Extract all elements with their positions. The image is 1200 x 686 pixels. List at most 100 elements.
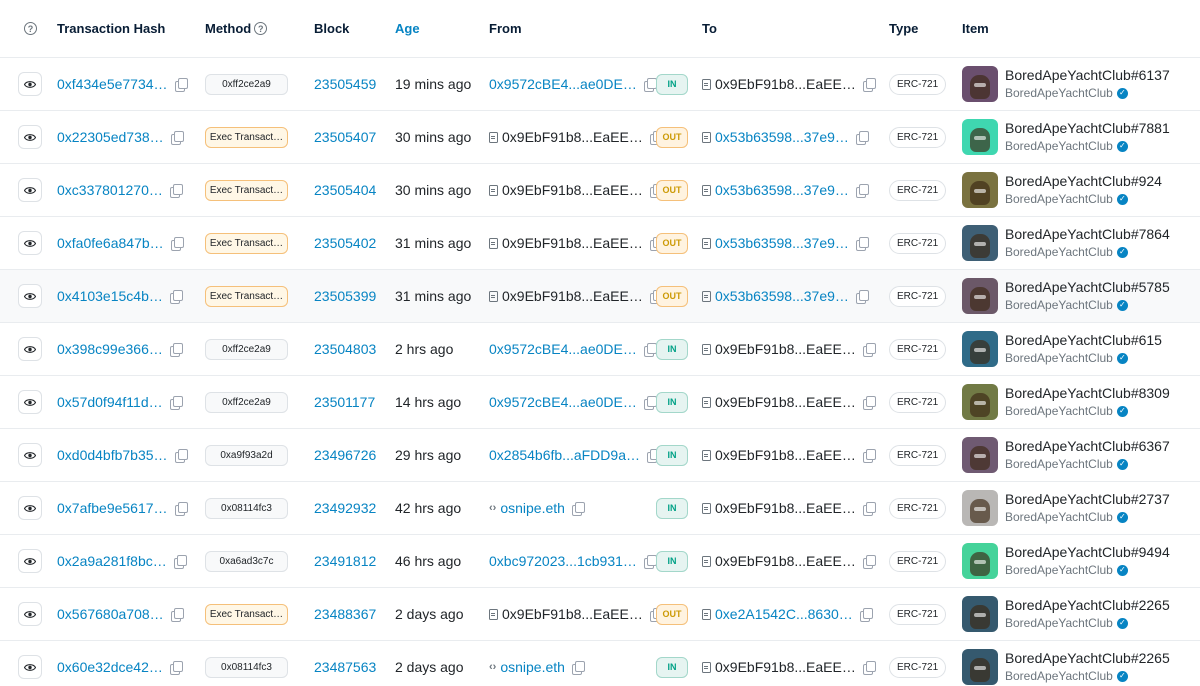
from-address-link[interactable]: osnipe.eth [500, 659, 565, 675]
copy-icon[interactable] [643, 78, 657, 92]
copy-icon[interactable] [170, 131, 184, 145]
tx-hash-link[interactable]: 0x398c99e366… [57, 341, 163, 357]
header-age-toggle[interactable]: Age [395, 0, 420, 57]
nft-item-name[interactable]: BoredApeYachtClub#2265 [1005, 596, 1170, 614]
block-link[interactable]: 23488367 [314, 606, 376, 622]
copy-icon[interactable] [169, 343, 183, 357]
view-details-button[interactable] [18, 72, 42, 96]
nft-thumbnail[interactable] [962, 384, 998, 420]
nft-collection-name[interactable]: BoredApeYachtClub [1005, 508, 1113, 526]
view-details-button[interactable] [18, 602, 42, 626]
nft-collection-name[interactable]: BoredApeYachtClub [1005, 561, 1113, 579]
tx-hash-link[interactable]: 0xc337801270… [57, 182, 163, 198]
view-details-button[interactable] [18, 496, 42, 520]
copy-icon[interactable] [170, 608, 184, 622]
nft-thumbnail[interactable] [962, 278, 998, 314]
from-address-link[interactable]: 0x2854b6fb...aFDD9a… [489, 447, 640, 463]
tx-hash-link[interactable]: 0xfa0fe6a847b… [57, 235, 164, 251]
copy-icon[interactable] [855, 131, 869, 145]
copy-icon[interactable] [862, 661, 876, 675]
tx-hash-link[interactable]: 0x22305ed738… [57, 129, 164, 145]
from-address-link[interactable]: 0x9EbF91b8...EaEE… [502, 606, 643, 622]
nft-thumbnail[interactable] [962, 331, 998, 367]
nft-thumbnail[interactable] [962, 172, 998, 208]
nft-collection-name[interactable]: BoredApeYachtClub [1005, 349, 1113, 367]
copy-icon[interactable] [862, 78, 876, 92]
tx-hash-link[interactable]: 0x4103e15c4b… [57, 288, 163, 304]
nft-collection-name[interactable]: BoredApeYachtClub [1005, 455, 1113, 473]
nft-collection-name[interactable]: BoredApeYachtClub [1005, 243, 1113, 261]
tx-hash-link[interactable]: 0x7afbe9e5617… [57, 500, 168, 516]
nft-item-name[interactable]: BoredApeYachtClub#615 [1005, 331, 1162, 349]
copy-icon[interactable] [169, 396, 183, 410]
nft-item-name[interactable]: BoredApeYachtClub#2737 [1005, 490, 1170, 508]
copy-icon[interactable] [862, 343, 876, 357]
nft-item-name[interactable]: BoredApeYachtClub#6367 [1005, 437, 1170, 455]
nft-thumbnail[interactable] [962, 490, 998, 526]
view-details-button[interactable] [18, 125, 42, 149]
to-address-link[interactable]: 0x53b63598...37e9… [715, 182, 849, 198]
block-link[interactable]: 23487563 [314, 659, 376, 675]
nft-collection-name[interactable]: BoredApeYachtClub [1005, 190, 1113, 208]
copy-icon[interactable] [862, 449, 876, 463]
block-link[interactable]: 23501177 [314, 394, 375, 410]
copy-icon[interactable] [174, 449, 188, 463]
nft-collection-name[interactable]: BoredApeYachtClub [1005, 296, 1113, 314]
copy-icon[interactable] [571, 502, 585, 516]
tx-hash-link[interactable]: 0x567680a708… [57, 606, 164, 622]
nft-item-name[interactable]: BoredApeYachtClub#7864 [1005, 225, 1170, 243]
to-address-link[interactable]: 0x9EbF91b8...EaEE… [715, 341, 856, 357]
nft-thumbnail[interactable] [962, 543, 998, 579]
from-address-link[interactable]: 0x9572cBE4...ae0DE… [489, 341, 637, 357]
to-address-link[interactable]: 0x9EbF91b8...EaEE… [715, 500, 856, 516]
nft-thumbnail[interactable] [962, 119, 998, 155]
tx-hash-link[interactable]: 0x2a9a281f8bc… [57, 553, 167, 569]
nft-thumbnail[interactable] [962, 596, 998, 632]
to-address-link[interactable]: 0x53b63598...37e9… [715, 129, 849, 145]
copy-icon[interactable] [855, 290, 869, 304]
to-address-link[interactable]: 0x9EbF91b8...EaEE… [715, 447, 856, 463]
view-details-button[interactable] [18, 231, 42, 255]
nft-collection-name[interactable]: BoredApeYachtClub [1005, 614, 1113, 632]
block-link[interactable]: 23505404 [314, 182, 376, 198]
to-address-link[interactable]: 0x9EbF91b8...EaEE… [715, 659, 856, 675]
copy-icon[interactable] [859, 608, 873, 622]
nft-item-name[interactable]: BoredApeYachtClub#7881 [1005, 119, 1170, 137]
from-address-link[interactable]: 0x9572cBE4...ae0DE… [489, 76, 637, 92]
view-details-button[interactable] [18, 284, 42, 308]
view-details-button[interactable] [18, 443, 42, 467]
view-details-button[interactable] [18, 337, 42, 361]
tx-hash-link[interactable]: 0x57d0f94f11d… [57, 394, 163, 410]
to-address-link[interactable]: 0x9EbF91b8...EaEE… [715, 553, 856, 569]
block-link[interactable]: 23504803 [314, 341, 376, 357]
block-link[interactable]: 23505407 [314, 129, 376, 145]
nft-collection-name[interactable]: BoredApeYachtClub [1005, 667, 1113, 685]
view-details-button[interactable] [18, 390, 42, 414]
view-details-button[interactable] [18, 655, 42, 679]
copy-icon[interactable] [855, 184, 869, 198]
copy-icon[interactable] [174, 78, 188, 92]
from-address-link[interactable]: 0x9EbF91b8...EaEE… [502, 235, 643, 251]
copy-icon[interactable] [643, 396, 657, 410]
nft-item-name[interactable]: BoredApeYachtClub#6137 [1005, 66, 1170, 84]
nft-thumbnail[interactable] [962, 66, 998, 102]
copy-icon[interactable] [643, 343, 657, 357]
to-address-link[interactable]: 0xe2A1542C...8630… [715, 606, 853, 622]
copy-icon[interactable] [169, 290, 183, 304]
copy-icon[interactable] [170, 237, 184, 251]
to-address-link[interactable]: 0x9EbF91b8...EaEE… [715, 76, 856, 92]
from-address-link[interactable]: 0xbc972023...1cb931… [489, 553, 637, 569]
tx-hash-link[interactable]: 0xd0d4bfb7b35… [57, 447, 168, 463]
from-address-link[interactable]: 0x9EbF91b8...EaEE… [502, 182, 643, 198]
nft-thumbnail[interactable] [962, 649, 998, 685]
copy-icon[interactable] [174, 502, 188, 516]
nft-item-name[interactable]: BoredApeYachtClub#2265 [1005, 649, 1170, 667]
from-address-link[interactable]: 0x9572cBE4...ae0DE… [489, 394, 637, 410]
copy-icon[interactable] [169, 661, 183, 675]
nft-item-name[interactable]: BoredApeYachtClub#5785 [1005, 278, 1170, 296]
nft-item-name[interactable]: BoredApeYachtClub#924 [1005, 172, 1162, 190]
copy-icon[interactable] [571, 661, 585, 675]
block-link[interactable]: 23505399 [314, 288, 376, 304]
nft-collection-name[interactable]: BoredApeYachtClub [1005, 402, 1113, 420]
block-link[interactable]: 23496726 [314, 447, 376, 463]
